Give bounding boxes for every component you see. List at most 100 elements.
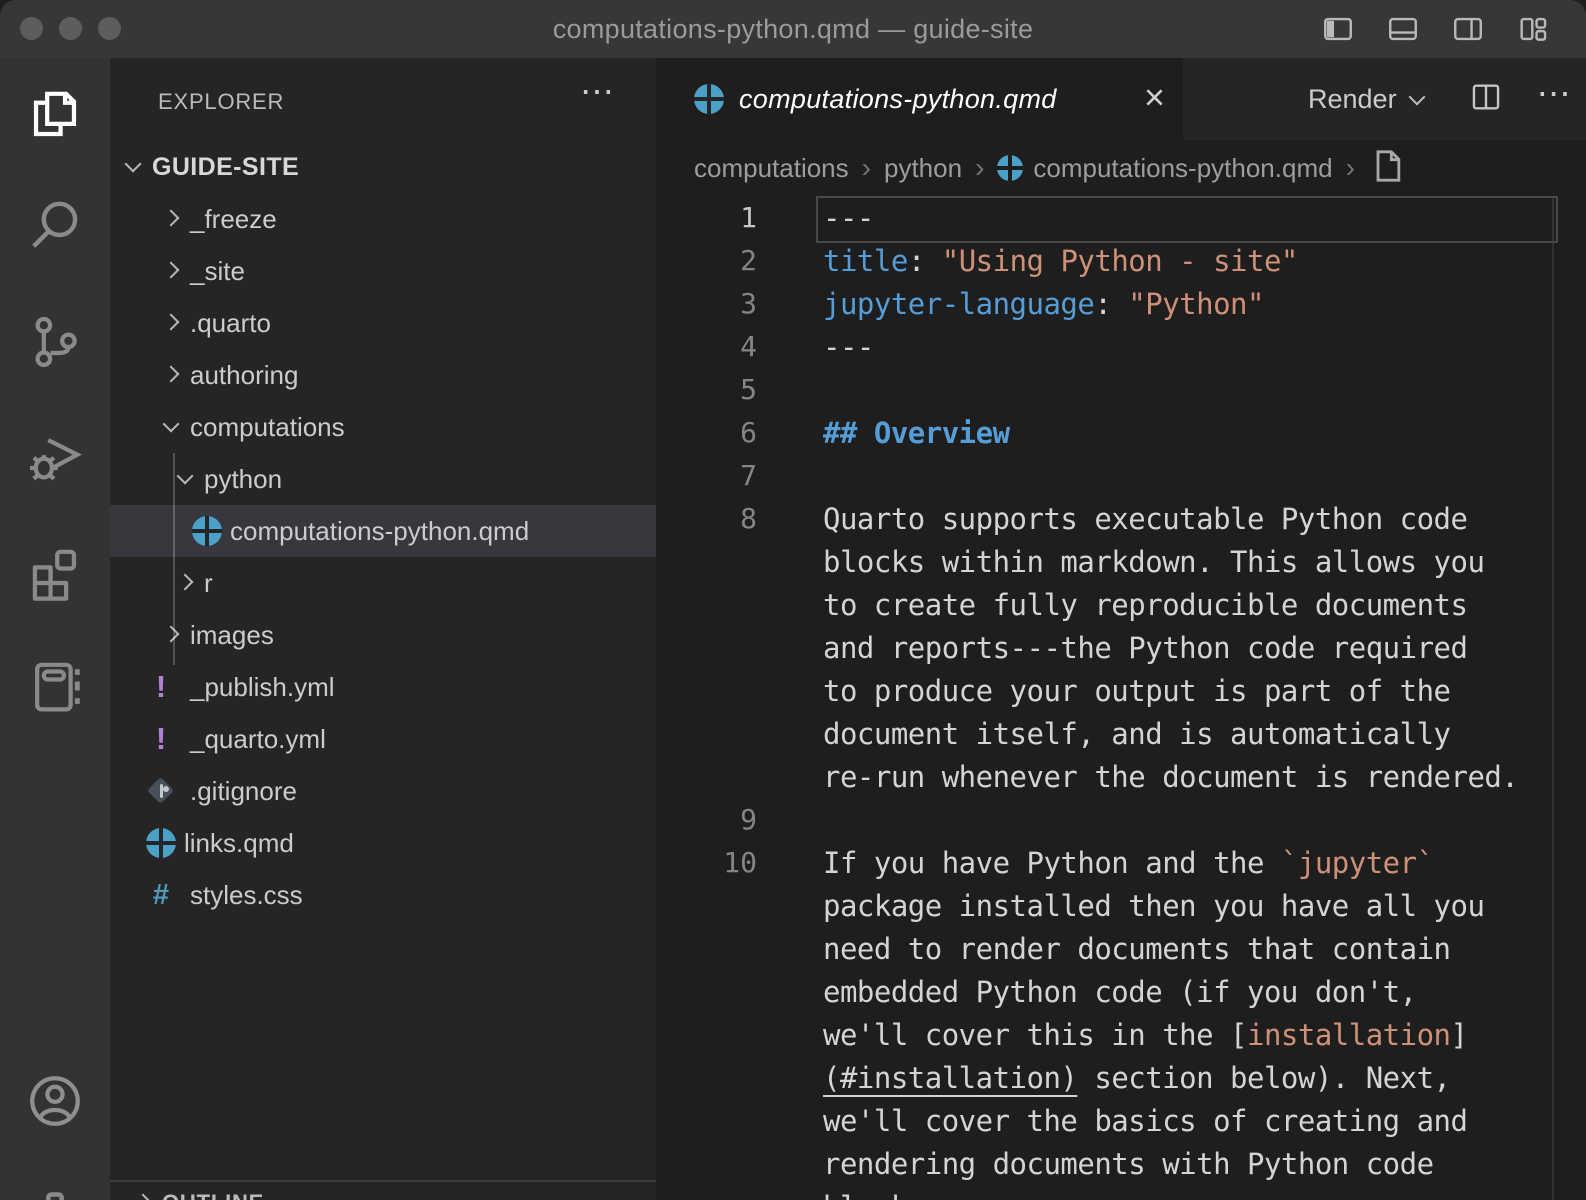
tree-item-computations-python-qmd[interactable]: computations-python.qmd: [110, 505, 656, 557]
editor-more-actions-icon[interactable]: ⋯: [1537, 74, 1573, 114]
file-tree: GUIDE-SITE _freeze _site .quarto authoring co…: [110, 141, 656, 921]
outline-section[interactable]: OUTLINE: [110, 1180, 656, 1200]
sidebar-title: EXPLORER: [158, 89, 284, 115]
breadcrumb-file[interactable]: computations-python.qmd: [1033, 153, 1332, 184]
tree-item--site[interactable]: _site: [110, 245, 656, 297]
chevron-right-icon: [158, 362, 184, 388]
chevron-right-icon: [130, 1190, 156, 1200]
tree-item-computations[interactable]: computations: [110, 401, 656, 453]
split-editor-icon[interactable]: [1469, 80, 1503, 119]
tree-item-label: .quarto: [190, 308, 271, 339]
code-line[interactable]: to create fully reproducible documents: [656, 583, 1586, 626]
extensions-icon[interactable]: [26, 544, 84, 602]
customize-layout-icon[interactable]: [1516, 12, 1550, 46]
git-file-icon: [146, 776, 176, 806]
tree-item-label: images: [190, 620, 274, 651]
code-line[interactable]: 6## Overview: [656, 411, 1586, 454]
search-icon[interactable]: [26, 196, 84, 254]
tree-item-label: _freeze: [190, 204, 277, 235]
tree-item--gitignore[interactable]: .gitignore: [110, 765, 656, 817]
code-line[interactable]: embedded Python code (if you don't,: [656, 970, 1586, 1013]
toggle-panel-icon[interactable]: [1386, 12, 1420, 46]
code-line[interactable]: 8Quarto supports executable Python code: [656, 497, 1586, 540]
code-line[interactable]: blocks within markdown. This allows you: [656, 540, 1586, 583]
source-control-icon[interactable]: [26, 313, 84, 371]
code-line[interactable]: need to render documents that contain: [656, 927, 1586, 970]
code-line[interactable]: rendering documents with Python code: [656, 1142, 1586, 1185]
code-line[interactable]: 5: [656, 368, 1586, 411]
code-line-content: If you have Python and the `jupyter`: [823, 846, 1434, 880]
code-line[interactable]: package installed then you have all you: [656, 884, 1586, 927]
code-line-content: ---: [823, 330, 874, 364]
breadcrumb-separator: ›: [1346, 152, 1355, 184]
breadcrumb-folder[interactable]: computations: [694, 153, 849, 184]
quarto-file-icon: [694, 84, 724, 114]
code-line[interactable]: and reports---the Python code required: [656, 626, 1586, 669]
toggle-primary-sidebar-icon[interactable]: [1321, 12, 1355, 46]
line-number: 5: [656, 373, 757, 406]
tree-item-r[interactable]: r: [110, 557, 656, 609]
line-number: 8: [656, 502, 757, 535]
code-line[interactable]: to produce your output is part of the: [656, 669, 1586, 712]
quarto-file-icon: [146, 828, 176, 858]
tree-item-authoring[interactable]: authoring: [110, 349, 656, 401]
code-line[interactable]: 4---: [656, 325, 1586, 368]
breadcrumb-folder[interactable]: python: [884, 153, 962, 184]
code-line[interactable]: (#installation) section below). Next,: [656, 1056, 1586, 1099]
tree-item-label: _quarto.yml: [190, 724, 326, 755]
notebook-icon[interactable]: [26, 657, 84, 715]
code-line[interactable]: document itself, and is automatically: [656, 712, 1586, 755]
explorer-sidebar: EXPLORER ⋯ GUIDE-SITE _freeze _site .quarto…: [110, 58, 656, 1200]
code-line[interactable]: 10If you have Python and the `jupyter`: [656, 841, 1586, 884]
explorer-more-actions-icon[interactable]: ⋯: [580, 72, 616, 112]
tree-item--freeze[interactable]: _freeze: [110, 193, 656, 245]
css-file-icon: #: [146, 880, 176, 910]
tree-item-python[interactable]: python: [110, 453, 656, 505]
toggle-secondary-sidebar-icon[interactable]: [1451, 12, 1485, 46]
line-number: 3: [656, 287, 757, 320]
render-button[interactable]: Render: [1308, 84, 1397, 115]
code-line-content: blocks.: [823, 1190, 942, 1200]
code-line-content: rendering documents with Python code: [823, 1147, 1434, 1181]
tree-item-links-qmd[interactable]: links.qmd: [110, 817, 656, 869]
code-line-content: document itself, and is automatically: [823, 717, 1451, 751]
code-line[interactable]: 1---: [656, 196, 1586, 239]
code-line-content: need to render documents that contain: [823, 932, 1451, 966]
code-line[interactable]: 7: [656, 454, 1586, 497]
tree-item--publish-yml[interactable]: !_publish.yml: [110, 661, 656, 713]
settings-gear-icon[interactable]: [26, 1190, 84, 1200]
tree-item--quarto[interactable]: .quarto: [110, 297, 656, 349]
code-line[interactable]: blocks.: [656, 1185, 1586, 1200]
code-line[interactable]: 2title: "Using Python - site": [656, 239, 1586, 282]
editor-group: computations-python.qmd × Render ⋯ compu…: [656, 58, 1586, 1200]
line-number: 7: [656, 459, 757, 492]
code-line-content: (#installation) section below). Next,: [823, 1061, 1451, 1095]
render-dropdown-chevron-icon[interactable]: [1407, 88, 1429, 110]
tab-computations-python[interactable]: computations-python.qmd ×: [656, 58, 1183, 140]
code-line-content: we'll cover the basics of creating and: [823, 1104, 1467, 1138]
chevron-right-icon: [158, 206, 184, 232]
chevron-down-icon: [172, 466, 198, 492]
code-editor[interactable]: 1---2title: "Using Python - site" 3 jupyte…: [656, 196, 1586, 1200]
yaml-file-icon: !: [146, 672, 176, 702]
tree-item-label: r: [204, 568, 213, 599]
tab-bar: computations-python.qmd × Render ⋯: [656, 58, 1586, 140]
tree-item-label: authoring: [190, 360, 298, 391]
titlebar: computations-python.qmd — guide-site: [0, 0, 1586, 58]
code-line[interactable]: 9: [656, 798, 1586, 841]
tree-item-label: styles.css: [190, 880, 303, 911]
code-line[interactable]: we'll cover this in the [installation]: [656, 1013, 1586, 1056]
tree-item-label: python: [204, 464, 282, 495]
code-line[interactable]: 3 jupyter-language: "Python": [656, 282, 1586, 325]
tree-item-images[interactable]: images: [110, 609, 656, 661]
code-line-content: jupyter-language: "Python": [823, 287, 1264, 321]
explorer-icon[interactable]: [26, 86, 84, 144]
tab-close-icon[interactable]: ×: [1144, 76, 1165, 118]
run-and-debug-icon[interactable]: [26, 429, 84, 487]
tree-item-styles-css[interactable]: # styles.css: [110, 869, 656, 921]
code-line[interactable]: we'll cover the basics of creating and: [656, 1099, 1586, 1142]
account-icon[interactable]: [26, 1072, 84, 1130]
tree-item--quarto-yml[interactable]: !_quarto.yml: [110, 713, 656, 765]
code-line[interactable]: re-run whenever the document is rendered…: [656, 755, 1586, 798]
tree-item-guide-site[interactable]: GUIDE-SITE: [110, 141, 656, 193]
